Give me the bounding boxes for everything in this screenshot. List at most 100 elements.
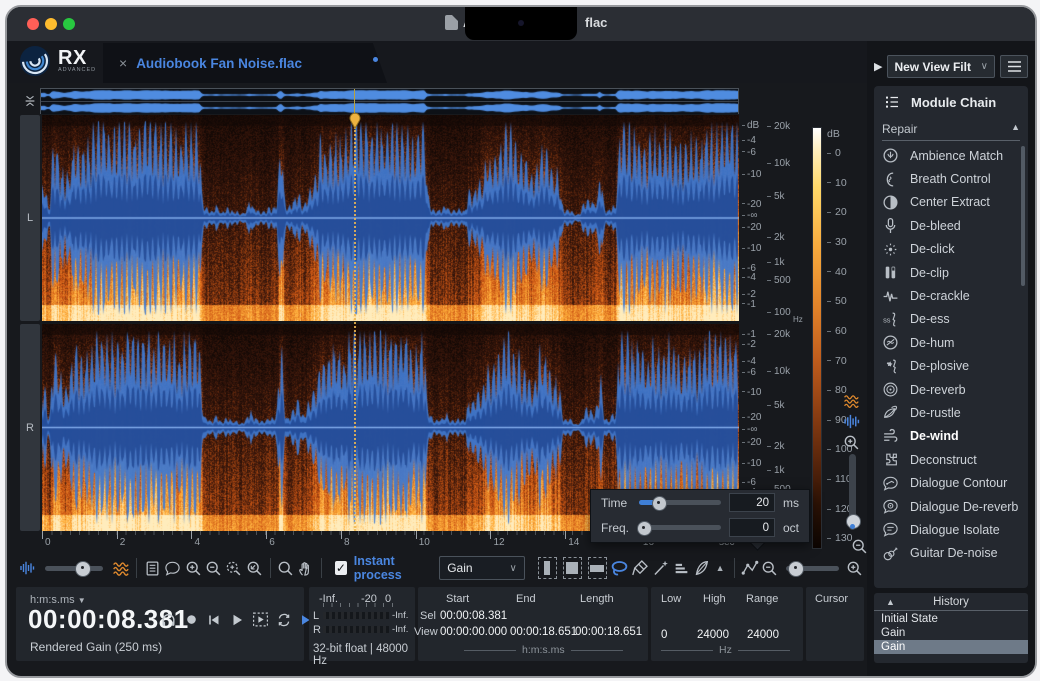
history-header[interactable]: ▲ History [874,593,1028,611]
play-button[interactable] [229,612,245,628]
module-item-de-rustle[interactable]: De-rustle [882,401,1024,424]
module-item-ambience-match[interactable]: Ambience Match [882,144,1024,167]
module-list-scrollbar[interactable] [1021,146,1025,286]
module-item-de-wind[interactable]: De-wind [882,425,1024,448]
waveform-overview[interactable] [40,88,739,114]
vertical-zoom-slider[interactable] [849,454,856,530]
module-item-breath-control[interactable]: Breath Control [882,167,1024,190]
zoom-out-icon[interactable] [203,555,223,581]
ruler-label-8: 8 [341,537,350,548]
guitar-icon [882,545,899,562]
waveform-display-icon[interactable] [17,555,37,581]
grab-hand-tool-icon[interactable] [296,555,316,581]
process-mode-select[interactable]: Gain ∨ [439,556,525,580]
module-chain-item[interactable]: Module Chain [884,94,996,110]
tool-options-triangle[interactable]: ▲ [716,563,725,573]
module-item-de-click[interactable]: De-click [882,238,1024,261]
record-button[interactable] [184,612,199,627]
comment-icon[interactable] [163,555,183,581]
module-item-de-crackle[interactable]: De-crackle [882,284,1024,307]
meter-ticks [323,603,393,607]
camera-dot [518,20,524,26]
time-selection-tool[interactable] [538,557,557,579]
module-item-de-clip[interactable]: De-clip [882,261,1024,284]
display-blend-thumb[interactable] [75,561,91,577]
amplify-bars-tool[interactable] [671,555,691,581]
collapse-triangle-icon[interactable]: ▲ [886,597,895,607]
loop-playback-button[interactable] [276,612,292,628]
module-item-de-ess[interactable]: De-ess [882,308,1024,331]
module-item-de-reverb[interactable]: De-reverb [882,378,1024,401]
instant-process-toggle[interactable]: ✓ Instant process [335,554,431,582]
return-to-start-button[interactable] [206,612,222,628]
module-item-de-bleed[interactable]: De-bleed [882,214,1024,237]
history-item-2[interactable]: Gain [874,640,1028,654]
channel-strip-right[interactable]: R [20,324,40,531]
zoom-fit-icon[interactable] [244,555,264,581]
module-item-deconstruct[interactable]: Deconstruct [882,448,1024,471]
hamburger-menu-icon[interactable] [1000,55,1028,78]
magnify-tool-icon[interactable] [275,555,295,581]
module-item-de-hum[interactable]: De-hum [882,331,1024,354]
horizontal-zoom-out-icon[interactable] [760,555,780,581]
zoom-in-icon[interactable] [183,555,203,581]
magic-wand-tool[interactable] [650,555,670,581]
horizontal-zoom-thumb[interactable] [788,561,804,577]
playhead-marker[interactable] [348,112,362,129]
close-window-button[interactable] [27,18,39,30]
zoom-to-selection-icon[interactable] [224,555,244,581]
popup-freq-slider[interactable] [639,525,721,530]
amp-axis-R-label-2: -4 [742,356,756,367]
spectrogram-left-channel [42,115,739,321]
module-item-dialogue-isolate[interactable]: Dialogue Isolate [882,518,1024,541]
collapse-overview-icon[interactable] [23,91,37,111]
popup-time-slider[interactable] [639,500,721,505]
popup-freq-row: Freq. 0 oct [591,515,809,540]
tab-close-icon[interactable]: × [119,55,127,71]
amp-axis-L-label-11: -1 [742,299,756,310]
markers-list-icon[interactable] [142,555,162,581]
time-frequency-selection-tool[interactable] [563,557,582,579]
popup-freq-value[interactable]: 0 [729,518,775,537]
brush-selection-tool[interactable] [630,555,650,581]
spectrogram-display[interactable] [42,115,739,531]
spectrogram-view-icon[interactable] [843,392,860,409]
amp-axis-R-label-5: -20 [742,412,761,423]
repair-section-header[interactable]: Repair ▲ [882,122,1020,141]
horizontal-zoom-slider[interactable] [786,566,839,571]
vertical-zoom-slider-thumb[interactable] [846,514,861,529]
fade-settings-popup: Time 20 ms Freq. 0 oct [590,489,810,543]
view-filter-select[interactable]: New View Filt ∨ [887,55,995,78]
gain-curve-tool[interactable] [739,555,759,581]
fade-feather-tool[interactable] [691,555,711,581]
amp-axis-L-label-3: -10 [742,169,761,180]
module-item-dialogue-contour[interactable]: Dialogue Contour [882,471,1024,494]
popup-time-value[interactable]: 20 [729,493,775,512]
zoom-window-button[interactable] [63,18,75,30]
waveform-view-icon[interactable] [843,413,860,430]
lasso-selection-tool[interactable] [610,555,630,581]
module-item-guitar-de-noise[interactable]: Guitar De-noise [882,542,1024,565]
monitor-headphones-button[interactable] [160,611,177,628]
preview-play-icon[interactable]: ▶ [874,60,882,73]
minimize-window-button[interactable] [45,18,57,30]
play-selection-button[interactable] [252,611,269,628]
rx-logo-icon [19,45,51,77]
document-tab[interactable]: × Audiobook Fan Noise.flac [103,43,387,83]
vertical-zoom-in-icon[interactable] [843,434,860,451]
collapse-triangle-icon[interactable]: ▲ [1011,122,1020,136]
col-low: Low [661,593,681,605]
instant-process-checkbox[interactable]: ✓ [335,561,347,575]
status-text: Rendered Gain (250 ms) [30,640,162,654]
module-item-dialogue-de-reverb[interactable]: Dialogue De-reverb [882,495,1024,518]
frequency-selection-tool[interactable] [588,557,607,579]
spectrogram-display-icon[interactable] [111,555,131,581]
module-item-center-extract[interactable]: Center Extract [882,191,1024,214]
channel-strip-left[interactable]: L [20,115,40,321]
module-item-de-plosive[interactable]: De-plosive [882,355,1024,378]
history-item-0[interactable]: Initial State [874,612,1028,626]
history-item-1[interactable]: Gain [874,626,1028,640]
tab-label[interactable]: Audiobook Fan Noise.flac [136,56,302,71]
display-blend-slider[interactable] [45,566,103,571]
horizontal-zoom-in-icon[interactable] [845,555,865,581]
